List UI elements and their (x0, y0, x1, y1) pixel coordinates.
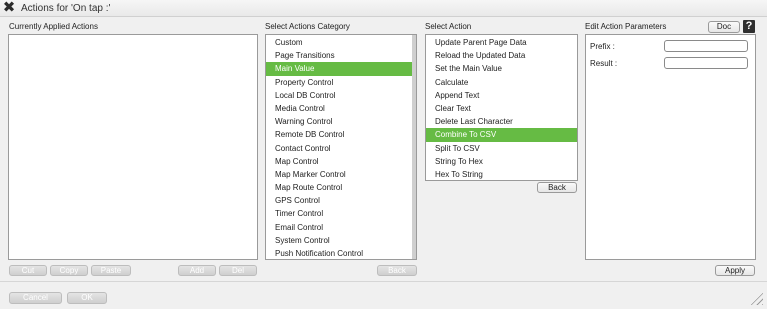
action-list-item[interactable]: Split To CSV (426, 142, 577, 155)
action-list[interactable]: Update Parent Page Data Reload the Update… (425, 34, 578, 181)
params-label: Edit Action Parameters (585, 22, 667, 31)
category-list-item[interactable]: Local DB Control (266, 89, 416, 102)
category-list-item[interactable]: Push Notification Control (266, 247, 416, 260)
paste-button[interactable]: Paste (91, 265, 131, 276)
action-list-item[interactable]: Calculate (426, 76, 577, 89)
ok-button[interactable]: OK (67, 292, 107, 304)
applied-actions-list[interactable] (8, 34, 258, 260)
action-list-item[interactable]: Reload the Updated Data (426, 49, 577, 62)
prefix-input[interactable] (664, 40, 748, 52)
action-list-item[interactable]: Hex To String (426, 168, 577, 181)
category-list[interactable]: Custom Page Transitions Main Value Property… (265, 34, 417, 260)
category-back-button[interactable]: Back (377, 265, 417, 276)
help-icon[interactable]: ? (743, 20, 755, 33)
applied-actions-label: Currently Applied Actions (9, 22, 98, 31)
params-panel: Prefix : Result : (585, 34, 756, 260)
resize-grip-icon[interactable] (749, 291, 763, 305)
cut-button[interactable]: Cut (9, 265, 47, 276)
prefix-label: Prefix : (590, 42, 615, 51)
action-label: Select Action (425, 22, 472, 31)
cancel-button[interactable]: Cancel (9, 292, 62, 304)
category-list-item[interactable]: Main Value (266, 62, 416, 76)
footer-divider (0, 281, 767, 282)
action-back-button[interactable]: Back (537, 182, 577, 193)
del-button[interactable]: Del (219, 265, 257, 276)
category-list-item[interactable]: Map Route Control (266, 181, 416, 194)
category-list-item[interactable]: Map Control (266, 155, 416, 168)
action-list-item[interactable]: Append Text (426, 89, 577, 102)
action-list-item[interactable]: Set the Main Value (426, 62, 577, 75)
category-list-item[interactable]: Timer Control (266, 207, 416, 220)
category-list-item[interactable]: System Control (266, 234, 416, 247)
category-list-item[interactable]: Property Control (266, 76, 416, 89)
title-bar: ✖ Actions for 'On tap :' (0, 0, 767, 17)
action-list-item[interactable]: Delete Last Character (426, 115, 577, 128)
category-list-item[interactable]: Contact Control (266, 142, 416, 155)
apply-button[interactable]: Apply (715, 265, 755, 276)
category-list-item[interactable]: Email Control (266, 221, 416, 234)
action-list-item[interactable]: String To Hex (426, 155, 577, 168)
action-list-item[interactable]: Combine To CSV (426, 128, 577, 142)
window-title: Actions for 'On tap :' (21, 3, 111, 14)
add-button[interactable]: Add (178, 265, 216, 276)
action-list-item[interactable]: Clear Text (426, 102, 577, 115)
category-list-item[interactable]: Remote DB Control (266, 128, 416, 141)
category-list-item[interactable]: Page Transitions (266, 49, 416, 62)
doc-button[interactable]: Doc (708, 21, 740, 33)
category-list-item[interactable]: GPS Control (266, 194, 416, 207)
action-list-item[interactable]: Update Parent Page Data (426, 36, 577, 49)
close-icon[interactable]: ✖ (2, 0, 16, 15)
category-list-item[interactable]: Map Marker Control (266, 168, 416, 181)
result-label: Result : (590, 59, 618, 68)
category-label: Select Actions Category (265, 22, 350, 31)
category-list-item[interactable]: Media Control (266, 102, 416, 115)
category-scrollbar[interactable] (412, 35, 416, 259)
copy-button[interactable]: Copy (50, 265, 88, 276)
result-input[interactable] (664, 57, 748, 69)
category-list-item[interactable]: Warning Control (266, 115, 416, 128)
category-list-item[interactable]: Custom (266, 36, 416, 49)
